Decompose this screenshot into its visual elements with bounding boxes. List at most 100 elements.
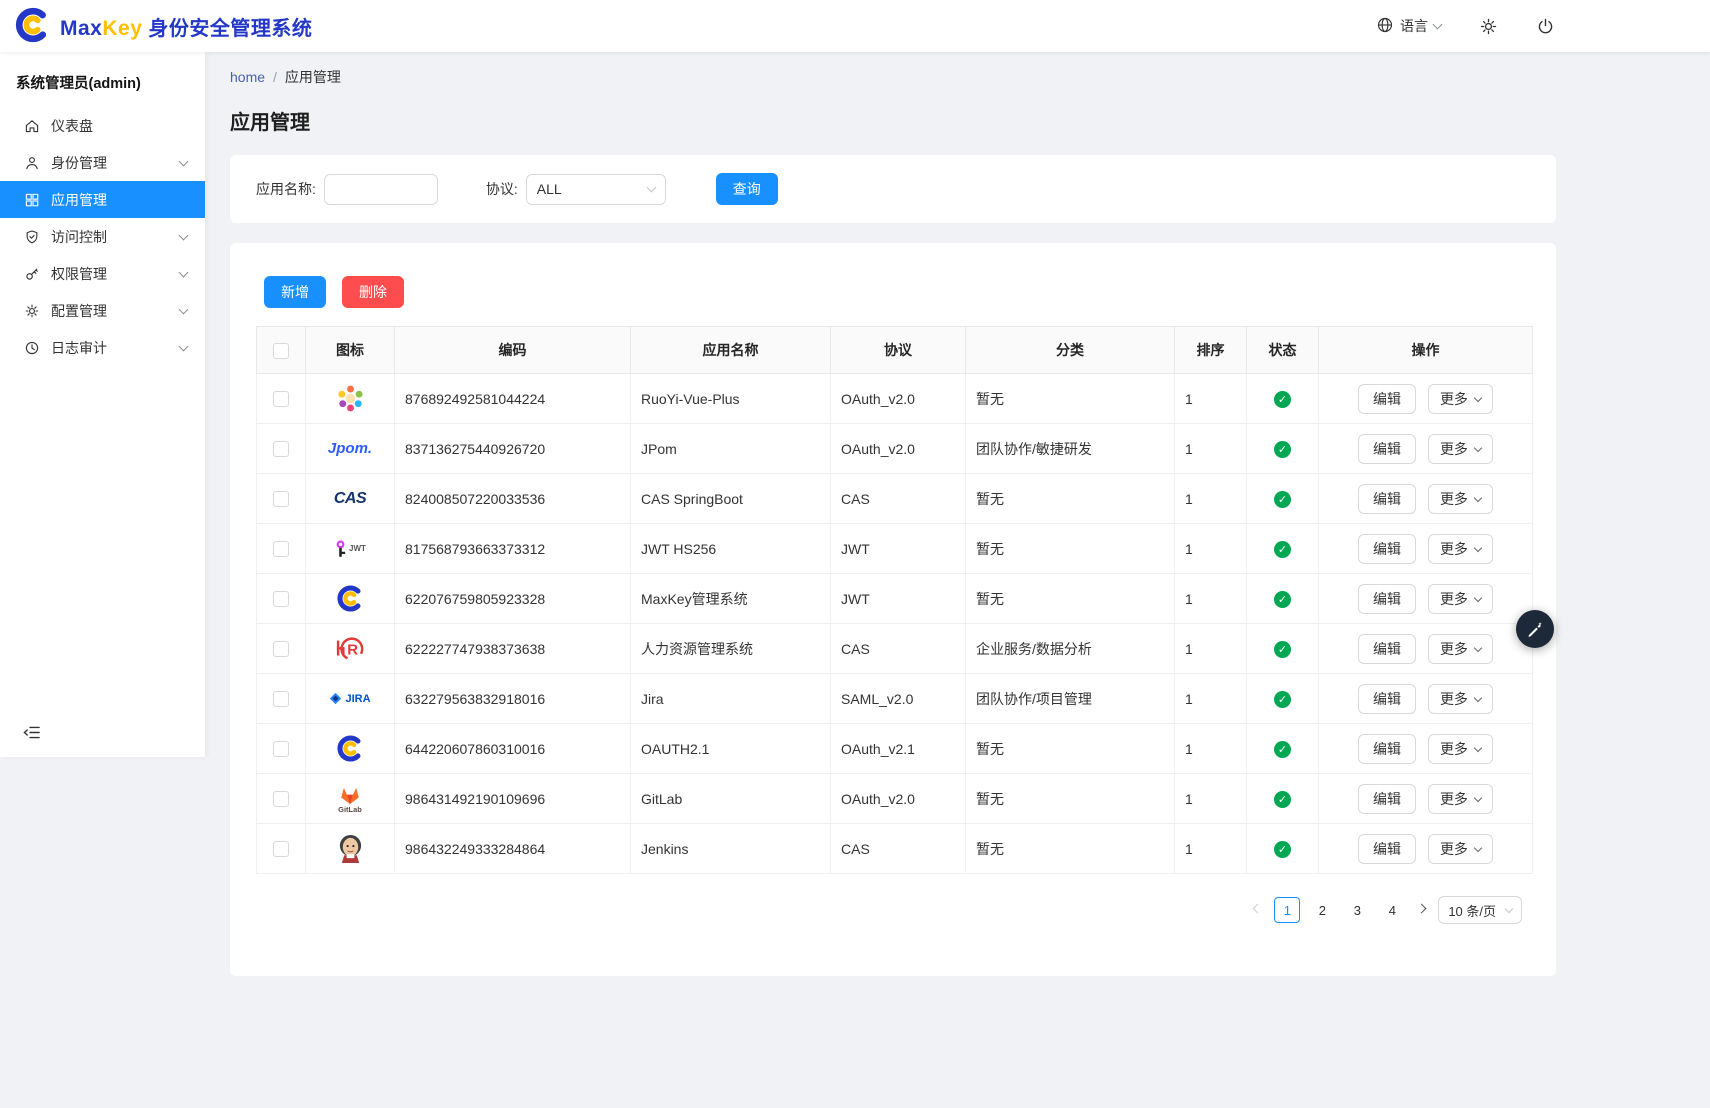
row-checkbox[interactable] [273,841,289,857]
app-code: 632279563832918016 [395,674,631,724]
breadcrumb-current: 应用管理 [285,67,341,87]
delete-button[interactable]: 删除 [342,276,404,308]
app-name: 人力资源管理系统 [631,624,831,674]
row-checkbox[interactable] [273,541,289,557]
add-button[interactable]: 新增 [264,276,326,308]
sidebar-item-identity[interactable]: 身份管理 [0,144,205,181]
more-button[interactable]: 更多 [1428,784,1493,814]
edit-button[interactable]: 编辑 [1358,834,1416,864]
table-row: CAS 824008507220033536 CAS SpringBoot CA… [257,474,1533,524]
app-protocol: OAuth_v2.0 [831,374,966,424]
app-protocol: CAS [831,824,966,874]
edit-button[interactable]: 编辑 [1358,384,1416,414]
shield-check-icon [24,229,40,245]
app-icon [334,380,367,416]
page-number-4[interactable]: 4 [1379,897,1405,923]
app-table-panel: 新增 删除 图标 编码 应用名称 协议 分类 排序 状态 操作 [230,243,1556,976]
page-size-select[interactable]: 10 条/页 [1438,896,1522,924]
status-active-icon [1274,441,1291,458]
edit-button[interactable]: 编辑 [1358,734,1416,764]
protocol-select-value: ALL [537,181,562,197]
edit-button[interactable]: 编辑 [1358,484,1416,514]
more-button[interactable]: 更多 [1428,634,1493,664]
row-checkbox[interactable] [273,691,289,707]
sidebar-item-label: 应用管理 [51,190,107,210]
app-protocol: OAuth_v2.0 [831,424,966,474]
table-toolbar: 新增 删除 [264,276,1530,308]
sidebar-item-permissions[interactable]: 权限管理 [0,255,205,292]
app-sort: 1 [1175,824,1247,874]
key-icon [24,266,40,282]
app-name-input[interactable] [324,174,438,205]
more-button[interactable]: 更多 [1428,684,1493,714]
breadcrumb: home / 应用管理 [205,52,1710,87]
sidebar-item-dashboard[interactable]: 仪表盘 [0,107,205,144]
row-checkbox[interactable] [273,391,289,407]
chevron-down-icon [1474,843,1482,851]
sidebar-item-audit-log[interactable]: 日志审计 [0,329,205,366]
breadcrumb-home-link[interactable]: home [230,69,265,85]
col-header-icon: 图标 [306,327,395,374]
row-checkbox[interactable] [273,641,289,657]
theme-settings-button[interactable] [1516,610,1554,648]
edit-button[interactable]: 编辑 [1358,534,1416,564]
app-icon: CAS [334,481,366,517]
app-name: MaxKey管理系统 [631,574,831,624]
col-header-sort: 排序 [1175,327,1247,374]
logout-button[interactable] [1536,17,1555,36]
chevron-down-icon [1474,643,1482,651]
edit-button[interactable]: 编辑 [1358,684,1416,714]
protocol-label: 协议: [486,179,518,199]
prev-page-button[interactable] [1250,904,1265,916]
edit-button[interactable]: 编辑 [1358,784,1416,814]
app-sort: 1 [1175,574,1247,624]
sidebar-item-access-control[interactable]: 访问控制 [0,218,205,255]
app-icon [336,731,365,767]
sidebar-collapse-button[interactable] [22,723,41,745]
sidebar-menu: 仪表盘 身份管理 应用管理 访问控制 权限管理 [0,107,205,366]
user-icon [24,155,40,171]
sidebar-item-configuration[interactable]: 配置管理 [0,292,205,329]
app-protocol: SAML_v2.0 [831,674,966,724]
app-code: 986432249333284864 [395,824,631,874]
search-button[interactable]: 查询 [716,173,778,205]
app-name-label: 应用名称: [256,179,316,199]
main-content: home / 应用管理 应用管理 应用名称: 协议: ALL 查询 新增 删除 … [205,52,1710,976]
more-button[interactable]: 更多 [1428,534,1493,564]
app-icon [337,830,364,866]
page-number-2[interactable]: 2 [1309,897,1335,923]
row-checkbox[interactable] [273,741,289,757]
select-all-checkbox[interactable] [273,343,289,359]
more-button[interactable]: 更多 [1428,834,1493,864]
row-checkbox[interactable] [273,441,289,457]
app-name: JWT HS256 [631,524,831,574]
next-page-button[interactable] [1414,904,1429,916]
page-number-3[interactable]: 3 [1344,897,1370,923]
row-checkbox[interactable] [273,491,289,507]
more-button[interactable]: 更多 [1428,734,1493,764]
more-button[interactable]: 更多 [1428,384,1493,414]
settings-button[interactable] [1479,17,1498,36]
more-button[interactable]: 更多 [1428,484,1493,514]
app-category: 团队协作/项目管理 [966,674,1175,724]
more-button[interactable]: 更多 [1428,584,1493,614]
app-protocol: OAuth_v2.0 [831,774,966,824]
edit-button[interactable]: 编辑 [1358,434,1416,464]
app-code: 622076759805923328 [395,574,631,624]
sidebar-item-applications[interactable]: 应用管理 [0,181,205,218]
brand[interactable]: MaxKey身份安全管理系统 [14,6,312,47]
protocol-select[interactable]: ALL [526,174,666,205]
row-checkbox[interactable] [273,791,289,807]
app-icon: GitLab [338,781,362,817]
chevron-left-icon [1253,904,1263,914]
language-switcher[interactable]: 语言 [1376,16,1441,37]
app-category: 团队协作/敏捷研发 [966,424,1175,474]
sidebar-item-label: 日志审计 [51,338,107,358]
more-button[interactable]: 更多 [1428,434,1493,464]
sidebar: 系统管理员(admin) 仪表盘 身份管理 应用管理 访问控制 [0,52,205,757]
app-name: Jenkins [631,824,831,874]
page-number-1[interactable]: 1 [1274,897,1300,923]
edit-button[interactable]: 编辑 [1358,634,1416,664]
row-checkbox[interactable] [273,591,289,607]
edit-button[interactable]: 编辑 [1358,584,1416,614]
